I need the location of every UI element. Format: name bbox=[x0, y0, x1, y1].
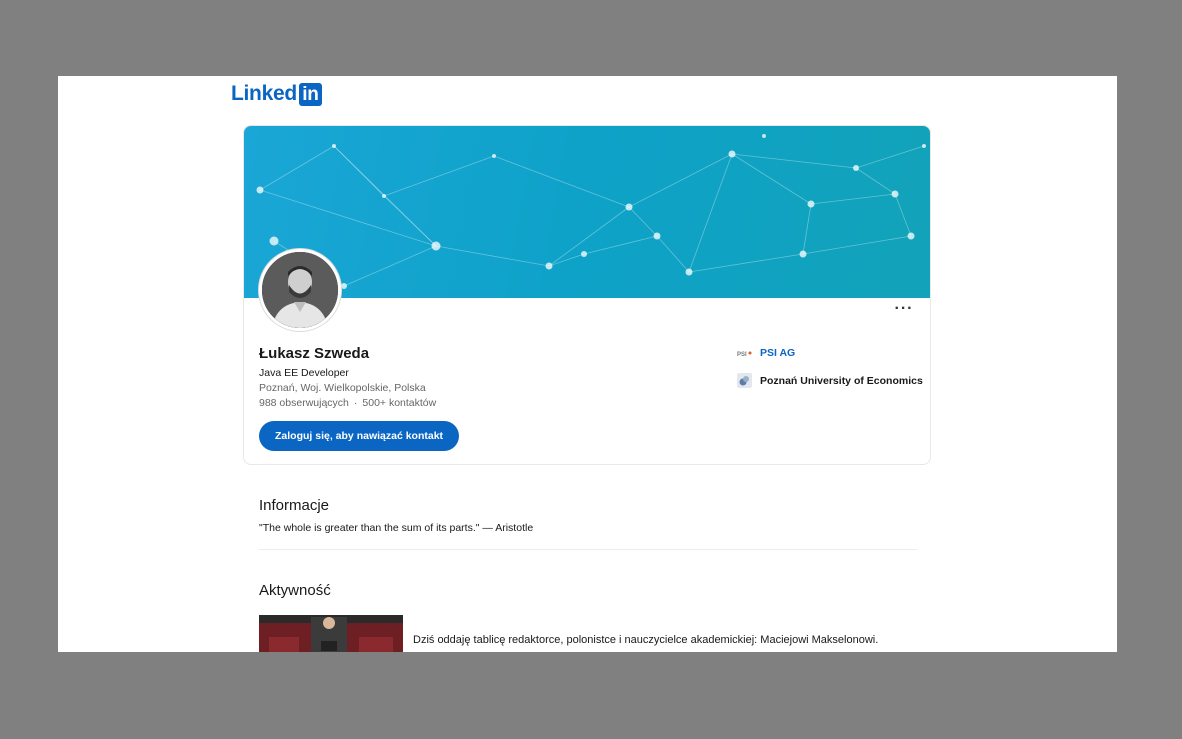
experience-label-university: Poznań University of Economics bbox=[760, 374, 923, 387]
activity-thumbnail-graphic bbox=[259, 615, 403, 652]
more-options-button[interactable]: ··· bbox=[894, 301, 914, 322]
stats-separator: · bbox=[353, 397, 358, 409]
profile-name: Łukasz Szweda bbox=[259, 345, 370, 362]
followers-count: 988 obserwujących bbox=[259, 397, 349, 409]
about-text: "The whole is greater than the sum of it… bbox=[259, 522, 534, 534]
profile-avatar bbox=[259, 249, 341, 331]
profile-stats: 988 obserwujących · 500+ kontaktów bbox=[259, 397, 436, 409]
profile-headline: Java EE Developer bbox=[259, 367, 349, 379]
logo-text: Linked bbox=[231, 82, 297, 105]
connect-button[interactable]: Zaloguj się, aby nawiązać kontakt bbox=[259, 421, 460, 451]
profile-banner bbox=[244, 126, 930, 298]
university-logo-icon bbox=[737, 373, 752, 388]
psi-logo-icon: PSI bbox=[737, 345, 752, 360]
linkedin-logo[interactable]: Linked in bbox=[231, 82, 322, 106]
about-section-title: Informacje bbox=[259, 497, 330, 514]
section-divider bbox=[259, 549, 917, 550]
avatar-photo-graphic bbox=[262, 252, 338, 328]
logo-in-box: in bbox=[298, 82, 322, 106]
psi-logo-text: PSI bbox=[737, 352, 747, 358]
network-pattern-graphic bbox=[256, 134, 926, 289]
profile-card: ··· Łukasz Szweda Java EE Developer Pozn… bbox=[243, 125, 931, 465]
page: Linked in ··· Łukasz Szweda Java EE Deve… bbox=[58, 76, 1117, 652]
activity-post-text[interactable]: Dziś oddaję tablicę redaktorce, polonist… bbox=[413, 634, 878, 646]
experience-item-university[interactable]: Poznań University of Economics bbox=[737, 373, 923, 388]
connections-count: 500+ kontaktów bbox=[362, 397, 437, 409]
profile-location: Poznań, Woj. Wielkopolskie, Polska bbox=[259, 382, 426, 394]
activity-section-title: Aktywność bbox=[259, 582, 331, 599]
experience-item-psi[interactable]: PSI PSI AG bbox=[737, 345, 795, 360]
activity-post-thumbnail[interactable] bbox=[259, 615, 403, 652]
experience-label-psi: PSI AG bbox=[760, 346, 796, 359]
